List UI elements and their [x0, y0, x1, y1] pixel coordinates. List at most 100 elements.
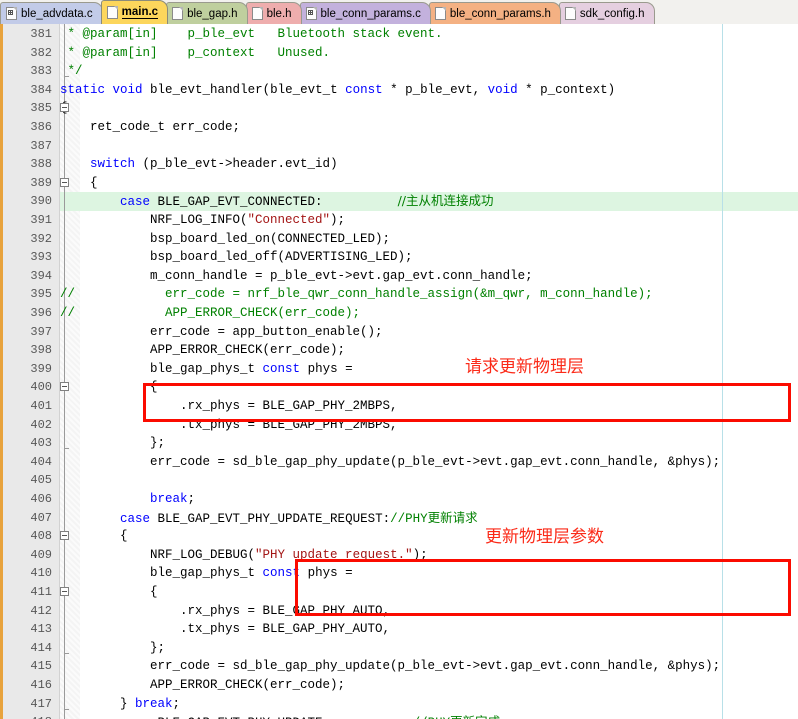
- file-tab-main-c[interactable]: main.c: [100, 0, 169, 24]
- line-number: 406: [30, 492, 52, 506]
- source-file-icon: [6, 7, 17, 20]
- fold-toggle-icon[interactable]: [60, 531, 69, 541]
- line-number: 415: [30, 659, 52, 674]
- column-guide-line: [722, 24, 723, 719]
- line-number: 411: [30, 585, 52, 599]
- line-number: 391: [30, 213, 52, 227]
- line-number: 387: [30, 138, 52, 153]
- fold-toggle-icon[interactable]: [60, 382, 69, 392]
- line-number: 385: [30, 101, 52, 116]
- line-number: 389: [30, 175, 52, 190]
- fold-toggle-icon[interactable]: [60, 103, 69, 113]
- line-number: 388: [30, 157, 52, 172]
- code-line[interactable]: // APP_ERROR_CHECK(err_code);: [60, 304, 360, 323]
- file-tab-ble-conn-params-c[interactable]: ble_conn_params.c: [299, 2, 431, 24]
- file-tab-label: ble_advdata.c: [21, 7, 93, 20]
- text-file-icon: [251, 7, 263, 20]
- code-line[interactable]: case BLE_GAP_EVT_PHY_UPDATE: //PHY更新完成: [60, 713, 500, 719]
- fold-toggle-icon[interactable]: [60, 587, 69, 596]
- line-number: 410: [30, 566, 52, 581]
- annotation-request-phy-update: 请求更新物理层: [465, 357, 584, 377]
- line-number: 414: [30, 640, 52, 655]
- line-number: 397: [30, 324, 52, 339]
- code-line[interactable]: APP_ERROR_CHECK(err_code);: [60, 676, 345, 695]
- line-number: 404: [30, 454, 52, 469]
- code-line[interactable]: ble_gap_phys_t const phys =: [60, 564, 353, 583]
- line-number: 405: [30, 473, 52, 488]
- file-tab-label: ble.h: [266, 7, 292, 20]
- code-line[interactable]: // err_code = nrf_ble_qwr_conn_handle_as…: [60, 285, 653, 304]
- code-line[interactable]: NRF_LOG_DEBUG("PHY update request.");: [60, 546, 428, 565]
- code-line[interactable]: static void ble_evt_handler(ble_evt_t co…: [60, 81, 615, 100]
- line-number: 403: [30, 436, 52, 451]
- code-line[interactable]: bsp_board_led_off(ADVERTISING_LED);: [60, 248, 413, 267]
- file-tab-label: ble_gap.h: [187, 7, 238, 20]
- code-line[interactable]: ble_gap_phys_t const phys =: [60, 360, 353, 379]
- code-line[interactable]: switch (p_ble_evt->header.evt_id): [60, 155, 338, 174]
- code-line[interactable]: .rx_phys = BLE_GAP_PHY_2MBPS,: [60, 397, 398, 416]
- line-number: 401: [30, 399, 52, 413]
- line-number: 402: [30, 417, 52, 432]
- line-number: 390: [30, 194, 52, 209]
- code-line[interactable]: err_code = app_button_enable();: [60, 323, 383, 342]
- code-line[interactable]: bsp_board_led_on(CONNECTED_LED);: [60, 230, 390, 249]
- line-number: 416: [30, 678, 52, 692]
- text-file-icon: [564, 7, 576, 20]
- file-tab-ble-h[interactable]: ble.h: [245, 2, 302, 24]
- file-tab-ble-advdata-c[interactable]: ble_advdata.c: [0, 2, 103, 24]
- code-line[interactable]: NRF_LOG_INFO("Connected");: [60, 211, 345, 230]
- code-line[interactable]: break;: [60, 490, 195, 509]
- code-line[interactable]: };: [60, 434, 165, 453]
- code-line[interactable]: APP_ERROR_CHECK(err_code);: [60, 341, 345, 360]
- file-tab-label: main.c: [121, 6, 159, 19]
- code-line[interactable]: {: [60, 378, 158, 397]
- file-tab-sdk-config-h[interactable]: sdk_config.h: [558, 2, 655, 24]
- line-number: 384: [30, 82, 52, 97]
- file-tab-label: ble_conn_params.c: [320, 7, 421, 20]
- line-number: 381: [30, 27, 52, 41]
- line-number: 394: [30, 268, 52, 283]
- line-number: 392: [30, 231, 52, 246]
- code-line[interactable]: .tx_phys = BLE_GAP_PHY_2MBPS,: [60, 416, 398, 435]
- line-number: 395: [30, 287, 52, 302]
- line-number: 412: [30, 603, 52, 618]
- code-editor[interactable]: 381 * @param[in] p_ble_evt Bluetooth sta…: [0, 24, 798, 719]
- code-line[interactable]: };: [60, 639, 165, 658]
- code-line[interactable]: * @param[in] p_context Unused.: [60, 44, 331, 63]
- source-file-icon: [305, 7, 317, 20]
- code-line[interactable]: err_code = sd_ble_gap_phy_update(p_ble_e…: [60, 453, 720, 472]
- text-file-icon: [172, 7, 184, 20]
- line-number: 386: [30, 120, 52, 134]
- code-line[interactable]: .rx_phys = BLE_GAP_PHY_AUTO,: [60, 602, 390, 621]
- file-tab-ble-conn-params-h[interactable]: ble_conn_params.h: [428, 2, 561, 24]
- code-line[interactable]: } break;: [60, 695, 180, 714]
- code-line[interactable]: {: [60, 527, 128, 546]
- line-number: 398: [30, 343, 52, 358]
- code-line[interactable]: err_code = sd_ble_gap_phy_update(p_ble_e…: [60, 657, 720, 676]
- text-file-icon: [106, 6, 118, 19]
- file-tab-bar[interactable]: ble_advdata.c main.c ble_gap.h ble.h ble_con…: [0, 0, 798, 25]
- file-tab-ble-gap-h[interactable]: ble_gap.h: [166, 2, 248, 24]
- code-line[interactable]: * @param[in] p_ble_evt Bluetooth stack e…: [60, 25, 443, 44]
- code-line[interactable]: m_conn_handle = p_ble_evt->evt.gap_evt.c…: [60, 267, 533, 286]
- line-number: 418: [0, 713, 52, 719]
- file-tab-label: ble_conn_params.h: [449, 7, 551, 20]
- line-number: 382: [30, 45, 52, 60]
- line-number: 407: [30, 510, 52, 525]
- code-line[interactable]: .tx_phys = BLE_GAP_PHY_AUTO,: [60, 620, 390, 639]
- line-number: 396: [30, 306, 52, 320]
- code-line[interactable]: */: [60, 62, 83, 81]
- annotation-update-phy-params: 更新物理层参数: [485, 527, 604, 547]
- line-number: 393: [30, 250, 52, 265]
- line-number: 383: [30, 64, 52, 79]
- line-number: 413: [30, 622, 52, 637]
- line-number: 409: [30, 547, 52, 562]
- fold-toggle-icon[interactable]: [60, 177, 69, 187]
- line-number: 400: [30, 380, 52, 395]
- text-file-icon: [434, 7, 446, 20]
- code-line[interactable]: {: [60, 583, 158, 602]
- code-line[interactable]: case BLE_GAP_EVT_PHY_UPDATE_REQUEST://PH…: [60, 509, 478, 529]
- line-number: 417: [30, 696, 52, 711]
- code-line[interactable]: case BLE_GAP_EVT_CONNECTED: //主从机连接成功: [60, 192, 494, 212]
- code-line[interactable]: ret_code_t err_code;: [60, 118, 240, 137]
